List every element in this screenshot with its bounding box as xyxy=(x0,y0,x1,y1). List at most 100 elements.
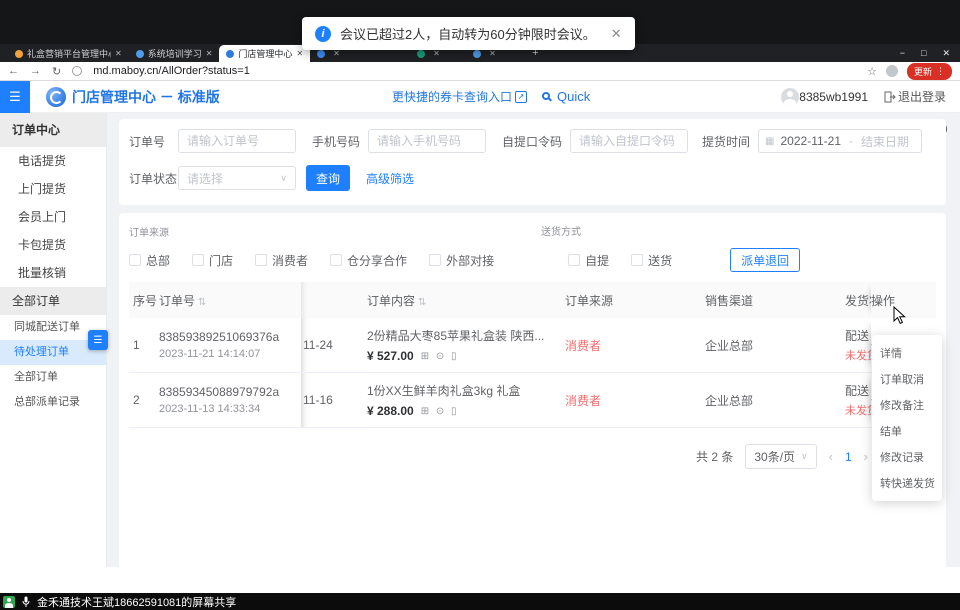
menu-item-edit-note[interactable]: 修改备注 xyxy=(872,392,942,418)
chevron-down-icon: ∨ xyxy=(801,451,808,462)
current-page[interactable]: 1 xyxy=(845,450,852,464)
app-header: ☰ 门店管理中心 － 标准版 更快捷的券卡查询入口 ↗ Quick 8385wb… xyxy=(0,81,960,113)
window-maximize-icon[interactable]: □ xyxy=(921,48,926,59)
orders-table: 序号 订单号⇅ 订单内容⇅ 订单来源 销售渠道 发货状态 操作 1 xyxy=(129,282,936,428)
sidebar-item-batch-verify[interactable]: 批量核销 xyxy=(0,259,106,287)
info-icon: i xyxy=(315,26,331,42)
tab-favicon xyxy=(136,50,144,58)
tab-close-icon[interactable]: ✕ xyxy=(489,49,496,58)
checkbox-delivery-deliver[interactable]: 送货 xyxy=(631,252,672,269)
sidebar-item-phone-pickup[interactable]: 电话提货 xyxy=(0,147,106,175)
cell-pickup-time-clipped: 11-16 xyxy=(301,373,367,427)
main-content: » 订单号 手机号码 自提口令码 提货时间 ▦ 2022-11-21 - 结束日… xyxy=(107,113,960,567)
toast-close-icon[interactable]: ✕ xyxy=(611,26,622,42)
bottom-white-strip xyxy=(0,567,960,593)
menu-item-cancel-order[interactable]: 订单取消 xyxy=(872,366,942,392)
quick-search-icon[interactable] xyxy=(542,92,550,100)
phone-input[interactable] xyxy=(368,129,486,153)
header-order-source: 订单来源 xyxy=(565,292,705,309)
date-end-placeholder[interactable]: 结束日期 xyxy=(861,133,909,150)
checkbox-delivery-selfpickup[interactable]: 自提 xyxy=(568,252,609,269)
sidebar-item-door-pickup[interactable]: 上门提货 xyxy=(0,175,106,203)
sidebar-drag-handle[interactable]: ☰ xyxy=(88,330,108,350)
browser-update-button[interactable]: 更新 ⋮ xyxy=(907,63,952,80)
header-sales-channel: 销售渠道 xyxy=(705,292,845,309)
tab-close-icon[interactable]: ✕ xyxy=(333,49,340,58)
checkbox-label: 门店 xyxy=(209,252,233,269)
order-no-input[interactable] xyxy=(178,129,296,153)
header-index: 序号 xyxy=(129,292,159,309)
sidebar-section-order-center[interactable]: 订单中心 xyxy=(0,113,106,147)
checkbox-label: 消费者 xyxy=(272,252,308,269)
order-status-label: 订单状态 xyxy=(129,170,178,187)
browser-tab-2[interactable]: 系统培训学习 ✕ xyxy=(129,45,220,62)
checkbox-source-store[interactable]: 门店 xyxy=(192,252,233,269)
sidebar-section-all-orders[interactable]: 全部订单 xyxy=(0,287,106,315)
source-badge: 消费者 xyxy=(565,394,601,408)
sort-icon[interactable]: ⇅ xyxy=(198,297,206,308)
sharer-avatar-icon xyxy=(3,596,15,608)
menu-item-details[interactable]: 详情 xyxy=(872,340,942,366)
prev-page-button[interactable]: ‹ xyxy=(829,449,833,464)
sidebar-item-card-pickup[interactable]: 卡包提货 xyxy=(0,231,106,259)
back-icon[interactable]: ← xyxy=(8,65,19,77)
browser-tab-1[interactable]: 礼盒营销平台管理中心 ✕ xyxy=(8,45,129,62)
checkbox-source-hq[interactable]: 总部 xyxy=(129,252,170,269)
update-label: 更新 xyxy=(914,65,932,78)
date-range-picker[interactable]: ▦ 2022-11-21 - 结束日期 xyxy=(758,129,922,153)
checkbox-icon xyxy=(631,254,643,266)
order-source-group-label: 订单来源 xyxy=(129,228,169,239)
tab-close-icon[interactable]: ✕ xyxy=(296,49,303,58)
checkbox-label: 仓分享合作 xyxy=(347,252,407,269)
external-link-icon[interactable]: ↗ xyxy=(515,91,527,103)
pickup-code-input[interactable] xyxy=(570,129,688,153)
header-order-no: 订单号⇅ xyxy=(159,292,301,309)
tab-close-icon[interactable]: ✕ xyxy=(115,49,122,58)
browser-tab-3-active[interactable]: 门店管理中心 ✕ xyxy=(219,45,310,62)
cell-sales-channel: 企业总部 xyxy=(705,337,845,354)
search-button[interactable]: 查询 xyxy=(306,165,350,191)
product-type-icons: ⊞ ⊙ ▯ xyxy=(421,351,459,362)
reload-icon[interactable]: ↻ xyxy=(52,65,61,78)
cell-order-source: 消费者 xyxy=(565,337,705,354)
quick-search-label[interactable]: Quick xyxy=(557,81,590,113)
url-text[interactable]: md.maboy.cn/AllOrder?status=1 xyxy=(93,65,250,77)
user-avatar[interactable] xyxy=(781,88,799,106)
cell-pickup-time-clipped: 11-24 xyxy=(301,318,367,372)
cell-index: 2 xyxy=(129,393,159,407)
sidebar-item-hq-dispatch-records[interactable]: 总部派单记录 xyxy=(0,390,106,415)
dispatch-return-button[interactable]: 派单退回 xyxy=(730,248,800,272)
next-page-button[interactable]: › xyxy=(864,449,868,464)
sort-icon[interactable]: ⇅ xyxy=(418,297,426,308)
sidebar-item-member-visit[interactable]: 会员上门 xyxy=(0,203,106,231)
cell-order-content: 2份精品大枣85苹果礼盒装 陕西... ¥ 527.00 ⊞ ⊙ ▯ xyxy=(367,327,565,363)
advanced-filter-link[interactable]: 高级筛选 xyxy=(366,170,414,187)
tab-close-icon[interactable]: ✕ xyxy=(433,49,440,58)
checkbox-source-warehouse-share[interactable]: 仓分享合作 xyxy=(330,252,407,269)
microphone-icon xyxy=(22,596,30,608)
logout-button[interactable]: 退出登录 xyxy=(898,81,946,113)
menu-item-edit-history[interactable]: 修改记录 xyxy=(872,444,942,470)
checkbox-source-consumer[interactable]: 消费者 xyxy=(255,252,308,269)
forward-icon[interactable]: → xyxy=(30,65,41,77)
checkbox-source-external[interactable]: 外部对接 xyxy=(429,252,494,269)
sidebar-collapse-button[interactable]: ☰ xyxy=(0,81,30,113)
order-status-select[interactable]: 请选择 ∨ xyxy=(178,166,296,190)
window-close-icon[interactable]: ✕ xyxy=(942,48,950,59)
browser-profile-avatar[interactable] xyxy=(886,65,898,77)
date-start-value[interactable]: 2022-11-21 xyxy=(781,134,842,148)
cell-price: ¥ 527.00 xyxy=(367,349,414,363)
menu-item-express-ship[interactable]: 转快递发货 xyxy=(872,470,942,496)
sidebar-item-all-orders[interactable]: 全部订单 xyxy=(0,365,106,390)
page-size-select[interactable]: 30条/页 ∨ xyxy=(745,444,816,469)
tab-close-icon[interactable]: ✕ xyxy=(206,49,213,58)
menu-item-close-order[interactable]: 结单 xyxy=(872,418,942,444)
bookmark-star-icon[interactable]: ☆ xyxy=(867,65,877,78)
logout-icon[interactable] xyxy=(884,91,896,103)
window-minimize-icon[interactable]: − xyxy=(900,48,905,59)
checkbox-label: 外部对接 xyxy=(446,252,494,269)
site-info-icon[interactable] xyxy=(72,66,82,76)
coupon-query-entry-link[interactable]: 更快捷的券卡查询入口 xyxy=(392,81,512,113)
username-text[interactable]: 8385wb1991 xyxy=(799,81,868,113)
header-order-content: 订单内容⇅ xyxy=(367,292,565,309)
